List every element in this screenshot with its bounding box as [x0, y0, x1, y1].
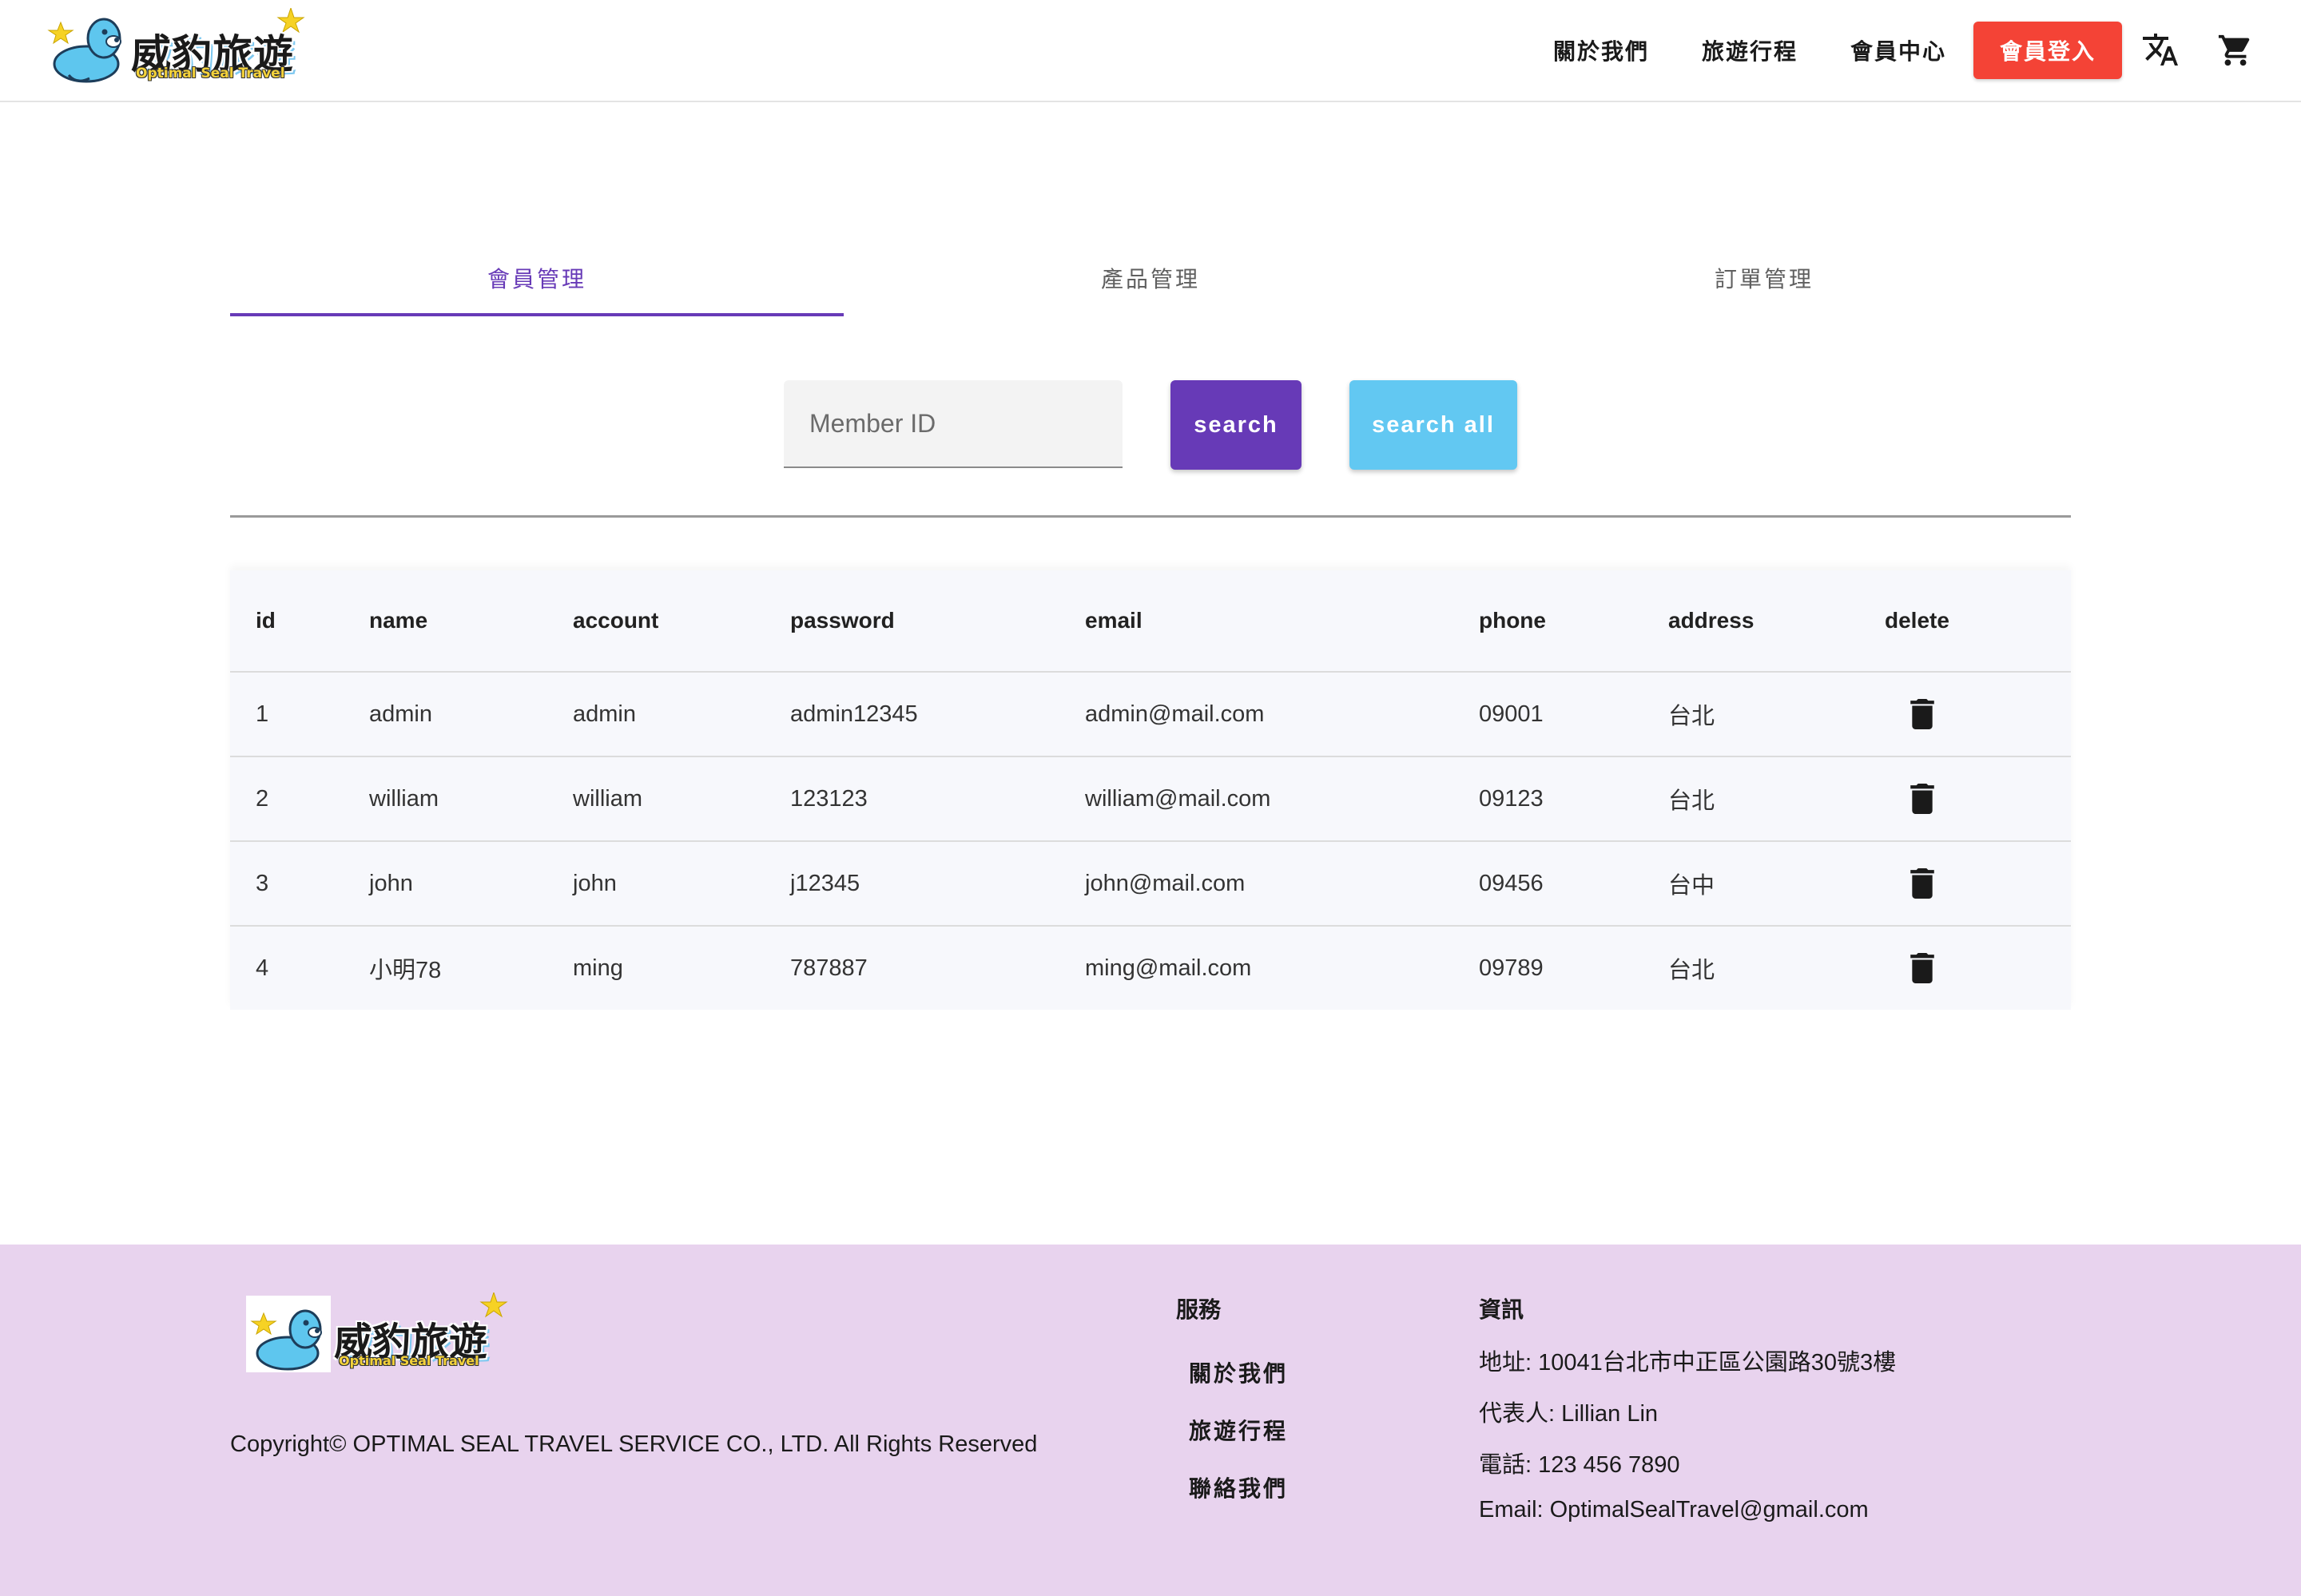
footer-link-contact-us[interactable]: 聯絡我們: [1189, 1471, 1288, 1503]
column-header-name: name: [369, 570, 573, 673]
member-id-input[interactable]: [784, 380, 1123, 466]
cell-delete: [1885, 840, 2071, 926]
cell-address: 台北: [1668, 671, 1885, 756]
cell-password: admin12345: [790, 671, 1085, 756]
cell-delete: [1885, 671, 2071, 756]
column-header-phone: phone: [1479, 570, 1668, 673]
footer-link-tours[interactable]: 旅遊行程: [1189, 1414, 1288, 1446]
services-heading: 服務: [1176, 1296, 1222, 1323]
cell-address: 台北: [1668, 756, 1885, 841]
tab-member-management[interactable]: 會員管理: [230, 240, 844, 316]
tab-product-management[interactable]: 產品管理: [844, 240, 1457, 316]
cell-address: 台北: [1668, 925, 1885, 1010]
table-header-row: id name account password email phone add…: [230, 570, 2071, 673]
footer-brand-logo[interactable]: 威豹旅遊 Optimal Seal Travel: [246, 1292, 510, 1374]
column-header-password: password: [790, 570, 1085, 673]
search-button[interactable]: search: [1170, 380, 1302, 470]
column-header-delete: delete: [1885, 570, 2071, 673]
info-email[interactable]: Email: OptimalSealTravel@gmail.com: [1479, 1497, 1869, 1523]
trash-icon[interactable]: [1910, 699, 1934, 729]
brand-tagline: Optimal Seal Travel: [136, 66, 285, 81]
cell-phone: 09123: [1479, 756, 1668, 841]
cell-account: ming: [573, 925, 790, 1010]
brand-logo[interactable]: 威豹旅遊 Optimal Seal Travel: [45, 8, 308, 88]
cell-email: admin@mail.com: [1085, 671, 1479, 756]
cell-address: 台中: [1668, 840, 1885, 926]
cell-delete: [1885, 756, 2071, 841]
cell-phone: 09456: [1479, 840, 1668, 926]
cell-name: 小明78: [369, 925, 573, 1010]
login-button[interactable]: 會員登入: [1973, 22, 2122, 79]
tab-order-management[interactable]: 訂單管理: [1457, 240, 2071, 316]
cell-id: 4: [230, 925, 369, 1010]
cell-account: john: [573, 840, 790, 926]
cell-phone: 09001: [1479, 671, 1668, 756]
info-heading: 資訊: [1479, 1296, 1524, 1323]
cell-id: 3: [230, 840, 369, 926]
trash-icon[interactable]: [1910, 868, 1934, 899]
cell-email: john@mail.com: [1085, 840, 1479, 926]
translate-icon[interactable]: [2141, 30, 2180, 69]
footer-brand-tagline: Optimal Seal Travel: [339, 1353, 479, 1368]
cell-account: william: [573, 756, 790, 841]
cell-name: john: [369, 840, 573, 926]
cell-id: 2: [230, 756, 369, 841]
cell-email: ming@mail.com: [1085, 925, 1479, 1010]
search-all-button[interactable]: search all: [1349, 380, 1517, 470]
member-table: id name account password email phone add…: [230, 570, 2071, 1010]
nav-about-us[interactable]: 關於我們: [1553, 34, 1649, 66]
trash-icon[interactable]: [1910, 953, 1934, 983]
info-address: 地址: 10041台北市中正區公園路30號3樓: [1479, 1350, 1897, 1376]
table-row: 4 小明78 ming 787887 ming@mail.com 09789 台…: [230, 925, 2071, 1010]
info-phone: 電話: 123 456 7890: [1479, 1452, 1680, 1478]
top-header: 威豹旅遊 Optimal Seal Travel 關於我們 旅遊行程 會員中心 …: [0, 0, 2301, 102]
column-header-id: id: [230, 570, 369, 673]
copyright-text: Copyright© OPTIMAL SEAL TRAVEL SERVICE C…: [230, 1431, 1038, 1457]
cell-account: admin: [573, 671, 790, 756]
cell-name: william: [369, 756, 573, 841]
nav-tours[interactable]: 旅遊行程: [1702, 34, 1798, 66]
table-row: 1 admin admin admin12345 admin@mail.com …: [230, 671, 2071, 756]
column-header-email: email: [1085, 570, 1479, 673]
cell-password: 787887: [790, 925, 1085, 1010]
info-representative: 代表人: Lillian Lin: [1479, 1401, 1659, 1427]
footer-link-about-us[interactable]: 關於我們: [1189, 1356, 1288, 1388]
table-row: 2 william william 123123 william@mail.co…: [230, 756, 2071, 841]
shopping-cart-icon[interactable]: [2217, 32, 2254, 69]
cell-email: william@mail.com: [1085, 756, 1479, 841]
cell-phone: 09789: [1479, 925, 1668, 1010]
member-id-field[interactable]: [784, 380, 1123, 468]
cell-delete: [1885, 925, 2071, 1010]
column-header-address: address: [1668, 570, 1885, 673]
column-header-account: account: [573, 570, 790, 673]
cell-id: 1: [230, 671, 369, 756]
main-nav: 關於我們 旅遊行程 會員中心: [1553, 22, 1946, 79]
nav-member-center[interactable]: 會員中心: [1850, 34, 1946, 66]
cell-name: admin: [369, 671, 573, 756]
admin-tabs: 會員管理 產品管理 訂單管理: [230, 240, 2071, 316]
section-divider: [230, 515, 2071, 518]
trash-icon[interactable]: [1910, 784, 1934, 814]
table-row: 3 john john j12345 john@mail.com 09456 台…: [230, 840, 2071, 926]
cell-password: 123123: [790, 756, 1085, 841]
cell-password: j12345: [790, 840, 1085, 926]
